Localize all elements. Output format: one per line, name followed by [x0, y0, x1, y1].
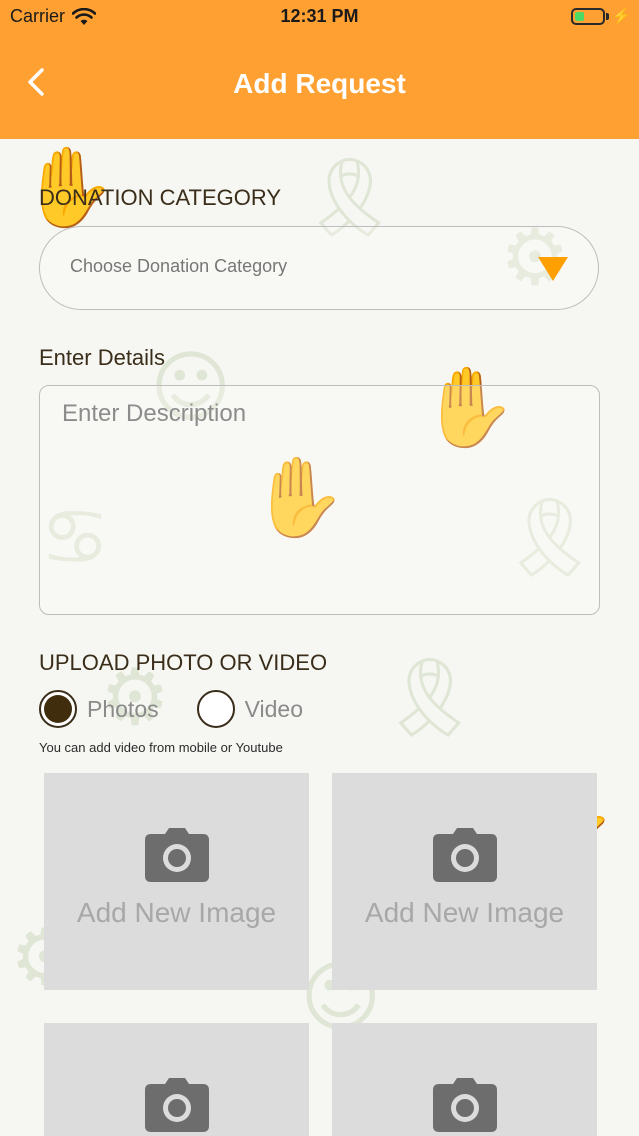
upload-hint: You can add video from mobile or Youtube — [39, 740, 283, 755]
radio-option-video[interactable]: Video — [196, 690, 304, 728]
radio-option-photos[interactable]: Photos — [39, 690, 159, 728]
radio-label-video: Video — [244, 695, 304, 722]
add-image-tile[interactable] — [332, 1023, 597, 1136]
description-textarea[interactable]: Enter Description — [39, 385, 600, 615]
status-bar: Carrier 12:31 PM ⚡ — [0, 0, 639, 34]
camera-icon — [433, 828, 497, 882]
status-time: 12:31 PM — [280, 6, 359, 26]
details-label: Enter Details — [39, 345, 165, 370]
description-placeholder: Enter Description — [62, 400, 247, 427]
radio-label-photos: Photos — [87, 695, 159, 722]
page-title: Add Request — [233, 68, 406, 99]
add-request-form: DONATION CATEGORY Choose Donation Catego… — [0, 139, 639, 1136]
donation-category-label: DONATION CATEGORY — [39, 185, 282, 210]
battery-icon — [571, 7, 606, 25]
charging-bolt-icon: ⚡ — [612, 8, 631, 25]
battery-indicator: ⚡ — [571, 7, 631, 25]
camera-icon — [433, 1078, 497, 1132]
radio-button-video[interactable] — [196, 690, 235, 728]
radio-button-photos[interactable] — [39, 690, 77, 728]
add-image-tile[interactable] — [44, 1023, 309, 1136]
dropdown-arrow-icon — [538, 257, 568, 281]
add-image-tile[interactable]: Add New Image — [44, 773, 309, 990]
add-image-label: Add New Image — [76, 897, 277, 928]
donation-category-select[interactable]: Choose Donation Category — [39, 226, 599, 310]
media-type-radio-group: Photos Video — [39, 689, 303, 729]
category-placeholder: Choose Donation Category — [70, 256, 288, 276]
upload-label: UPLOAD PHOTO OR VIDEO — [39, 650, 328, 675]
camera-icon — [145, 828, 209, 882]
add-image-label: Add New Image — [364, 897, 565, 928]
header: Carrier 12:31 PM ⚡ Add Request — [0, 0, 639, 139]
camera-icon — [145, 1078, 209, 1132]
add-image-tile[interactable]: Add New Image — [332, 773, 597, 990]
navigation-bar: Add Request — [0, 34, 639, 139]
